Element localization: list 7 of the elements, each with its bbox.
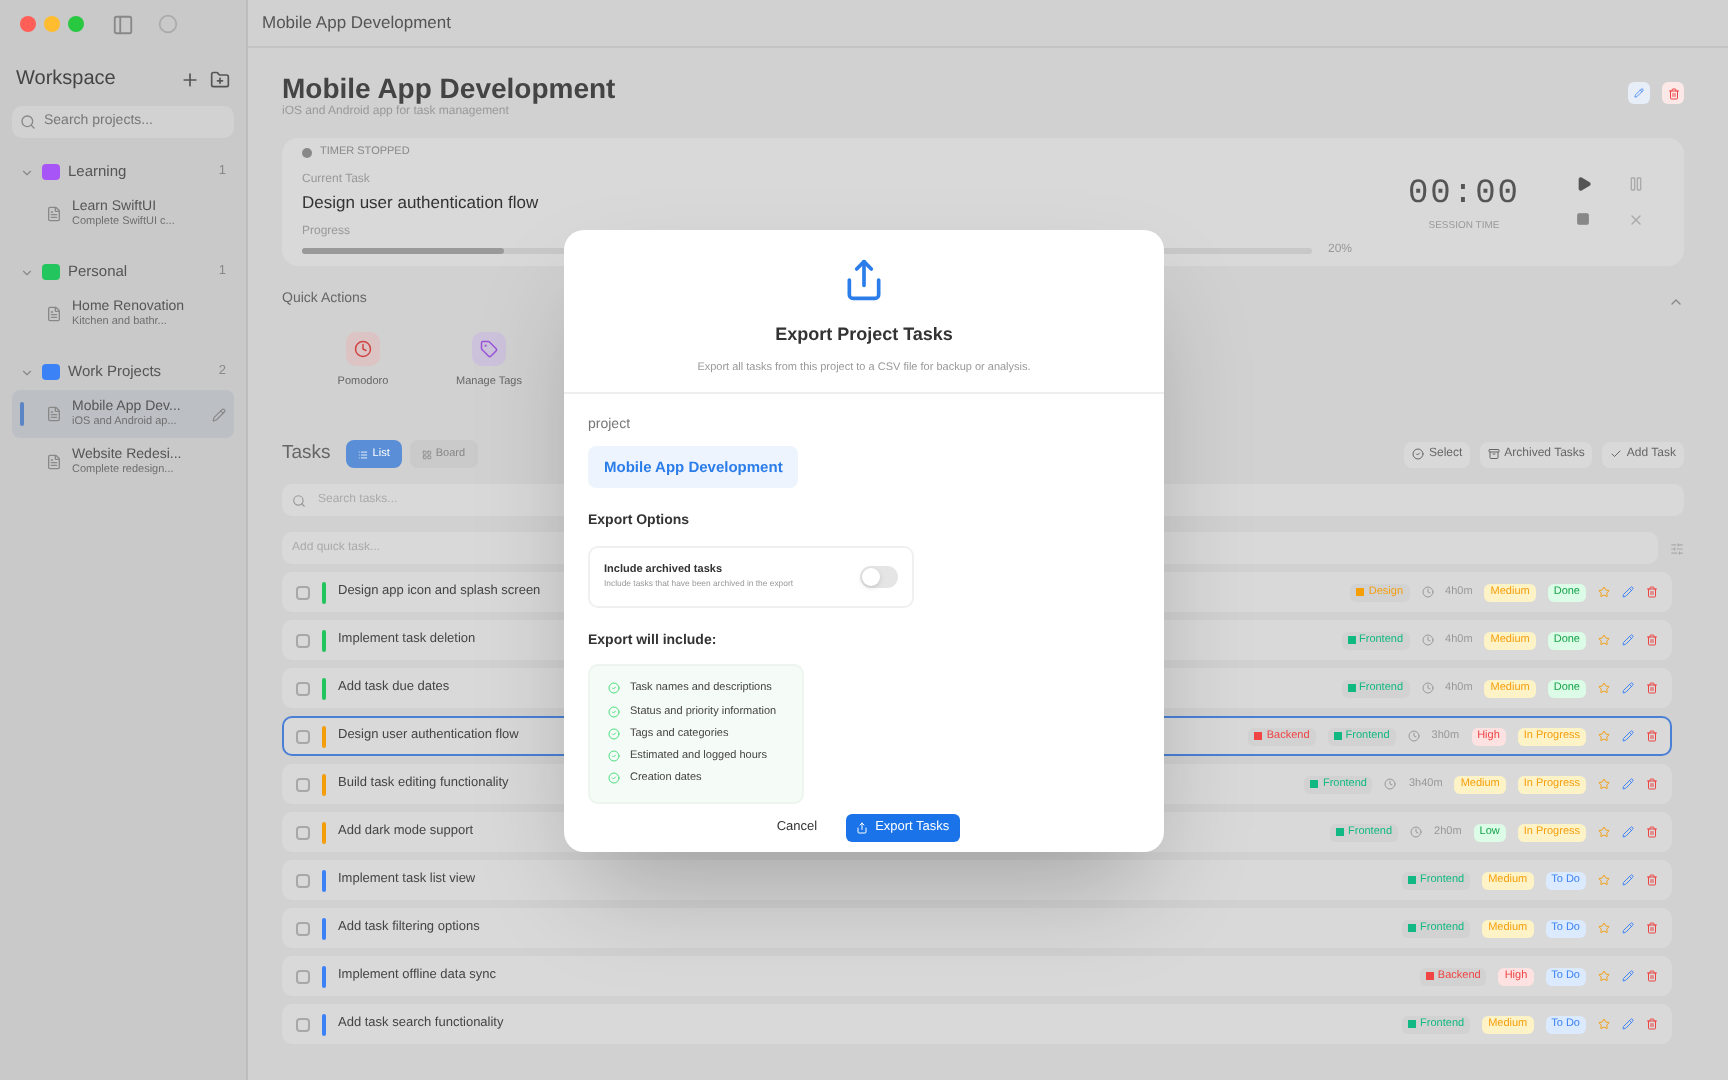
dialog-title: Export Project Tasks — [775, 322, 953, 348]
project-title: Mobile App Development — [282, 74, 616, 105]
tasks-title: Tasks — [282, 439, 331, 468]
timer-display: 00:00 — [1407, 173, 1520, 218]
current-task-title: Design user authentication flow — [302, 189, 541, 215]
sidebar-title: Workspace — [16, 66, 116, 94]
window-title: Mobile App Development — [262, 10, 452, 36]
